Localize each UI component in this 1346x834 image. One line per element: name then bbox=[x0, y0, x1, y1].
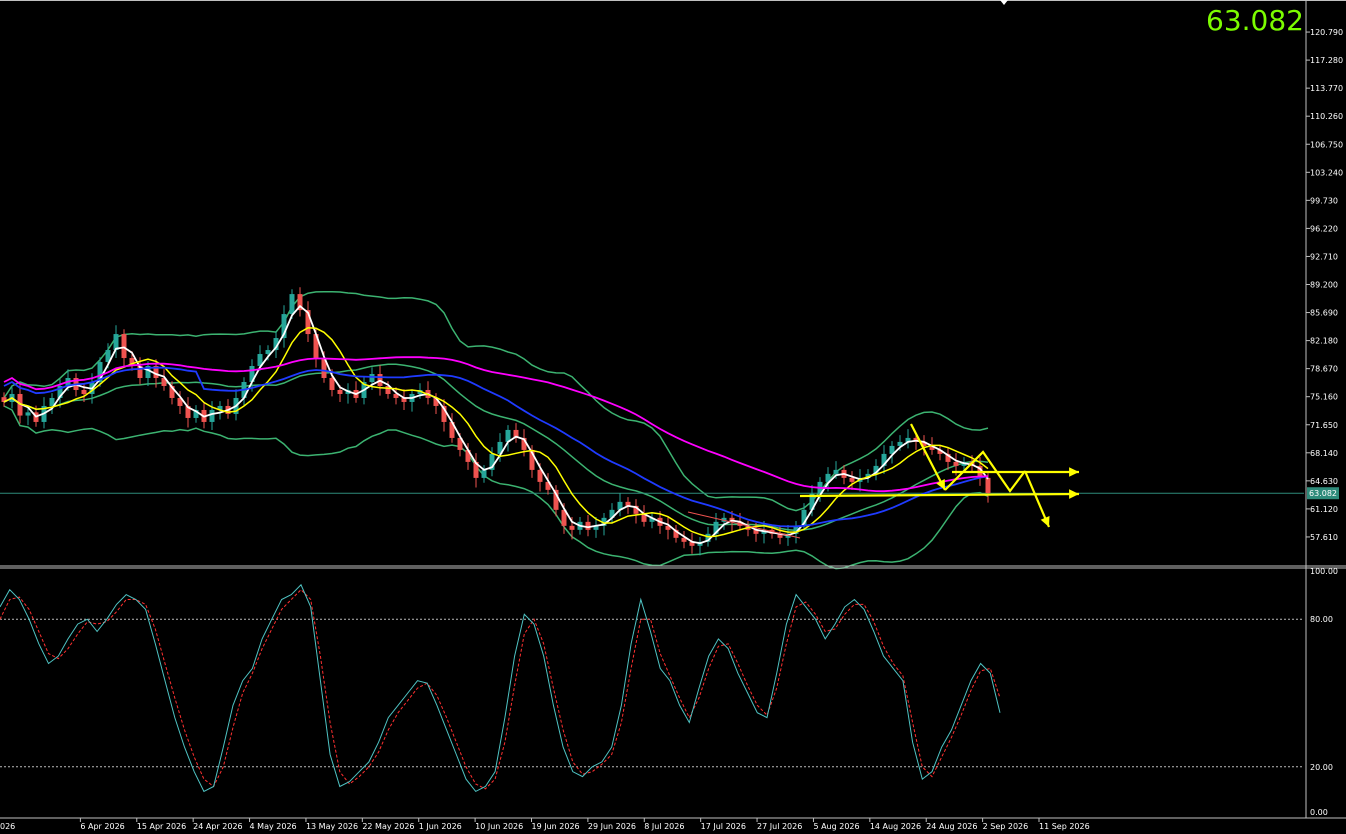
time-tick-label: 17 Jul 2026 bbox=[701, 822, 746, 831]
candle bbox=[289, 294, 295, 315]
trading-chart[interactable]: 120.790 117.280 113.770 110.260 106.750 103.2… bbox=[0, 0, 1346, 834]
candle bbox=[953, 461, 959, 466]
price-tick-label: 92.710 bbox=[1310, 252, 1338, 261]
price-tick-label: 78.670 bbox=[1310, 365, 1338, 374]
time-tick-label: 13 May 2026 bbox=[306, 822, 358, 831]
time-tick-label: 1 Jun 2026 bbox=[419, 822, 462, 831]
price-tick-label: 68.140 bbox=[1310, 449, 1338, 458]
time-tick-label: 19 Jun 2026 bbox=[532, 822, 580, 831]
time-tick-label: 24 Aug 2026 bbox=[926, 822, 977, 831]
candle bbox=[481, 469, 487, 478]
price-tick-label: 106.750 bbox=[1310, 140, 1343, 149]
current-price-badge-label: 63.082 bbox=[1309, 489, 1337, 498]
price-tick-label: 89.200 bbox=[1310, 281, 1338, 290]
price-tick-label: 82.180 bbox=[1310, 337, 1338, 346]
current-price-display: 63.082 bbox=[1206, 4, 1304, 37]
candle bbox=[337, 389, 343, 394]
candle bbox=[985, 477, 991, 494]
price-tick-label: 110.260 bbox=[1310, 112, 1343, 121]
time-tick-label: 27 Jul 2026 bbox=[757, 822, 802, 831]
time-tick-label: 8 Jul 2026 bbox=[644, 822, 684, 831]
candle bbox=[849, 477, 855, 482]
time-tick-label: 2 Sep 2026 bbox=[983, 822, 1029, 831]
candle bbox=[833, 469, 839, 474]
time-tick-label: 29 Jun 2026 bbox=[588, 822, 636, 831]
price-tick-label: 61.120 bbox=[1310, 505, 1338, 514]
price-tick-label: 120.790 bbox=[1310, 28, 1343, 37]
oscillator-tick-label: 0.00 bbox=[1310, 808, 1328, 817]
price-tick-label: 75.160 bbox=[1310, 393, 1338, 402]
candle bbox=[81, 389, 87, 394]
price-tick-label: 57.610 bbox=[1310, 533, 1338, 542]
time-tick-label: 6 Apr 2026 bbox=[80, 822, 124, 831]
time-tick-label: 10 Jun 2026 bbox=[475, 822, 523, 831]
price-tick-label: 96.220 bbox=[1310, 224, 1338, 233]
candle bbox=[25, 412, 31, 416]
candle bbox=[209, 409, 215, 422]
price-tick-label: 99.730 bbox=[1310, 196, 1338, 205]
candle bbox=[369, 374, 375, 382]
time-tick-label: 24 Apr 2026 bbox=[193, 822, 242, 831]
oscillator-tick-label: 80.00 bbox=[1310, 615, 1333, 624]
time-tick-label: 15 Apr 2026 bbox=[137, 822, 186, 831]
oscillator-tick-label: 100.00 bbox=[1310, 567, 1338, 576]
time-tick-label: 11 Sep 2026 bbox=[1039, 822, 1090, 831]
price-tick-label: 64.630 bbox=[1310, 477, 1338, 486]
time-tick-label: 22 May 2026 bbox=[362, 822, 414, 831]
candle bbox=[329, 378, 335, 390]
price-tick-label: 103.240 bbox=[1310, 168, 1343, 177]
oscillator-tick-label: 20.00 bbox=[1310, 763, 1333, 772]
price-tick-label: 71.650 bbox=[1310, 421, 1338, 430]
candle bbox=[569, 525, 575, 530]
price-tick-label: 113.770 bbox=[1310, 84, 1343, 93]
time-tick-label: 026 bbox=[0, 822, 15, 831]
candle bbox=[121, 334, 127, 359]
time-tick-label: 5 Aug 2026 bbox=[813, 822, 859, 831]
time-tick-label: 4 May 2026 bbox=[250, 822, 297, 831]
time-tick-label: 14 Aug 2026 bbox=[870, 822, 921, 831]
candle bbox=[585, 521, 591, 530]
price-tick-label: 117.280 bbox=[1310, 56, 1343, 65]
price-tick-label: 85.690 bbox=[1310, 309, 1338, 318]
